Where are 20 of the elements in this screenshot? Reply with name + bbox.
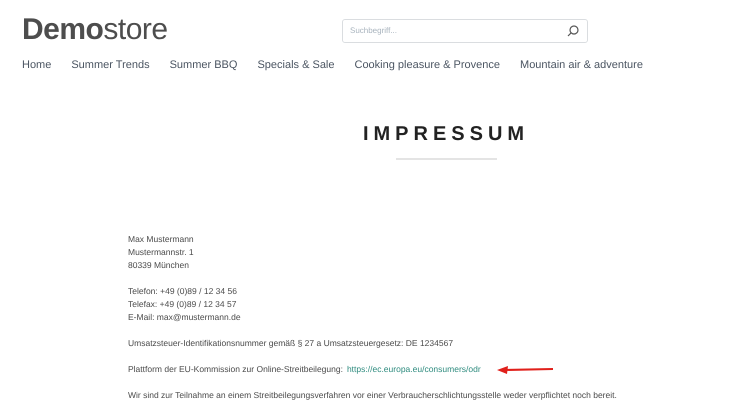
text-line: Mustermannstr. 1 bbox=[128, 246, 195, 259]
text-line: Telefax: +49 (0)89 / 12 34 57 bbox=[128, 298, 238, 311]
nav-link[interactable]: Specials & Sale bbox=[257, 59, 334, 71]
nav-link[interactable]: Home bbox=[22, 59, 52, 71]
nav-link[interactable]: Cooking pleasure & Provence bbox=[354, 59, 500, 71]
page-title: IMPRESSUM bbox=[362, 123, 530, 146]
text-line: Plattform der EU-Kommission zur Online-Streitbeilegung: bbox=[128, 363, 343, 376]
search-field[interactable]: Suchbegriff... bbox=[342, 18, 588, 42]
nav-link[interactable]: Summer Trends bbox=[71, 59, 150, 71]
text-line: 80339 München bbox=[128, 259, 190, 272]
nav-link[interactable]: Summer BBQ bbox=[170, 59, 238, 71]
search-icon[interactable] bbox=[567, 24, 579, 36]
text-line: Umsatzsteuer-Identifikationsnummer gemäß § 27 a Umsatzsteuergesetz: DE 1234567 bbox=[128, 337, 454, 350]
odr-link[interactable]: https://ec.europa.eu/consumers/odr bbox=[346, 363, 481, 376]
store-logo[interactable]: Demostore bbox=[22, 14, 342, 45]
text-line: Wir sind zur Teilnahme an einem Streitbeilegungsverfahren vor einer Verbraucherschlichtungsstelle weder verpflichtet noch bereit. bbox=[128, 389, 618, 402]
nav-link[interactable]: Mountain air & adventure bbox=[520, 59, 643, 71]
text-line: Telefon: +49 (0)89 / 12 34 56 bbox=[128, 285, 238, 298]
text-line: E-Mail: max@mustermann.de bbox=[128, 311, 242, 324]
text-line: Max Mustermann bbox=[128, 233, 195, 246]
